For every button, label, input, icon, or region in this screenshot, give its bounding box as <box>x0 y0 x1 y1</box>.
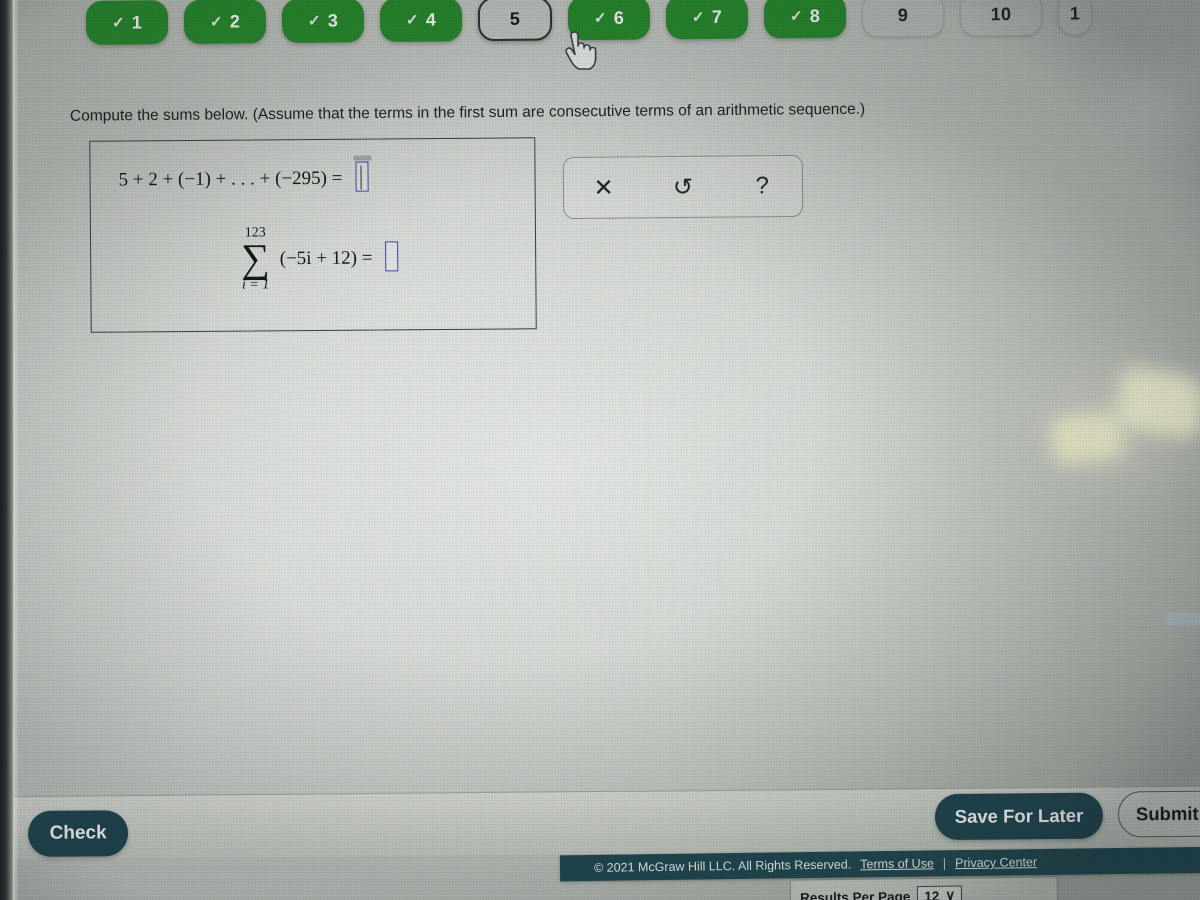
question-prompt: Compute the sums below. (Assume that the… <box>69 100 866 125</box>
screen-moire-texture <box>0 0 1200 900</box>
nav-pill-8[interactable]: ✓ 8 <box>763 0 847 39</box>
results-per-page: Results Per Page 12 ∨ <box>800 882 1050 900</box>
right-edge-artifact <box>1166 612 1200 626</box>
screen-glare-right <box>1113 365 1200 441</box>
nav-pill-7[interactable]: ✓ 7 <box>665 0 749 40</box>
monitor-bezel-highlight <box>13 0 19 900</box>
summation-lower-limit-value: = 1 <box>249 276 270 293</box>
check-icon: ✓ <box>593 9 607 28</box>
nav-pill-label: 10 <box>990 3 1012 24</box>
screen-photo: ✓ 1 ✓ 2 ✓ 3 ✓ 4 5 ✓ 6 ✓ 7 ✓ 8 9 10 1 Compute the sums bel… <box>0 0 1200 900</box>
nav-pill-label: 4 <box>425 9 437 30</box>
copyright-text: © 2021 McGraw Hill LLC. All Rights Reser… <box>593 857 852 875</box>
nav-pill-label: 6 <box>613 7 625 28</box>
nav-pill-label: 5 <box>509 8 521 29</box>
nav-pill-label: 9 <box>897 4 909 25</box>
check-icon: ✓ <box>307 12 321 30</box>
check-button[interactable]: Check <box>27 810 129 857</box>
math-problem-card: 5 + 2 + (−1) + . . . + (−295) = 123 ∑ i … <box>89 137 537 333</box>
question-navigation-bar: ✓ 1 ✓ 2 ✓ 3 ✓ 4 5 ✓ 6 ✓ 7 ✓ 8 9 10 1 <box>0 0 1200 52</box>
nav-pill-5[interactable]: 5 <box>477 0 553 42</box>
nav-pill-label: 2 <box>229 10 241 32</box>
nav-pill-3[interactable]: ✓ 3 <box>281 0 365 44</box>
privacy-center-link[interactable]: Privacy Center <box>955 855 1037 870</box>
submit-button[interactable]: Submit <box>1117 790 1200 838</box>
monitor-bezel <box>0 0 14 900</box>
check-icon: ✓ <box>789 8 803 26</box>
summation-lower-limit: i = 1 <box>241 276 270 293</box>
footer-separator: | <box>942 856 947 871</box>
help-icon[interactable]: ? <box>739 166 785 206</box>
expression-two: 123 ∑ i = 1 (−5i + 12) = <box>241 225 399 292</box>
nav-pill-1[interactable]: ✓ 1 <box>85 0 169 45</box>
undo-icon[interactable]: ↺ <box>660 167 706 207</box>
nav-pill-label: 7 <box>711 6 723 27</box>
nav-pill-9[interactable]: 9 <box>861 0 945 38</box>
summation-operator: 123 ∑ i = 1 <box>241 225 270 293</box>
summand-expression: (−5i + 12) = <box>279 241 399 276</box>
nav-pill-4[interactable]: ✓ 4 <box>379 0 463 43</box>
nav-pill-2[interactable]: ✓ 2 <box>183 0 267 44</box>
chevron-down-icon: ∨ <box>945 887 956 900</box>
screen-glare-left <box>1049 410 1127 466</box>
nav-pill-label: 1 <box>1069 2 1081 23</box>
check-icon: ✓ <box>405 11 419 29</box>
check-icon: ✓ <box>111 14 125 32</box>
results-per-page-label: Results Per Page <box>799 888 911 900</box>
expression-one-text: 5 + 2 + (−1) + . . . + (−295) = <box>118 167 343 191</box>
photo-vignette <box>0 0 1200 900</box>
nav-pill-label: 8 <box>809 5 821 26</box>
summation-index-variable: i <box>241 277 246 293</box>
check-icon: ✓ <box>691 8 705 27</box>
check-icon: ✓ <box>209 13 223 31</box>
results-per-page-value: 12 <box>924 888 940 900</box>
hand-pointer-cursor <box>565 31 597 70</box>
answer-input-sum-one[interactable] <box>355 161 369 192</box>
answer-input-sum-two[interactable] <box>385 241 399 272</box>
summand-text: (−5i + 12) = <box>279 247 373 270</box>
screen-glare-soft <box>1000 330 1200 520</box>
save-for-later-button[interactable]: Save For Later <box>934 792 1104 841</box>
terms-of-use-link[interactable]: Terms of Use <box>860 856 934 871</box>
nav-pill-1[interactable]: 1 <box>1057 0 1093 36</box>
nav-pill-label: 1 <box>131 11 143 32</box>
action-bar: Check Save For Later Submit <box>0 785 1200 860</box>
clear-icon[interactable]: ✕ <box>580 167 626 207</box>
nav-pill-label: 3 <box>327 10 339 31</box>
expression-one: 5 + 2 + (−1) + . . . + (−295) = <box>118 161 369 194</box>
nav-pill-10[interactable]: 10 <box>959 0 1043 37</box>
answer-toolbar: ✕ ↺ ? <box>562 154 804 220</box>
sigma-icon: ∑ <box>241 235 270 281</box>
results-per-page-select[interactable]: 12 ∨ <box>917 885 963 900</box>
